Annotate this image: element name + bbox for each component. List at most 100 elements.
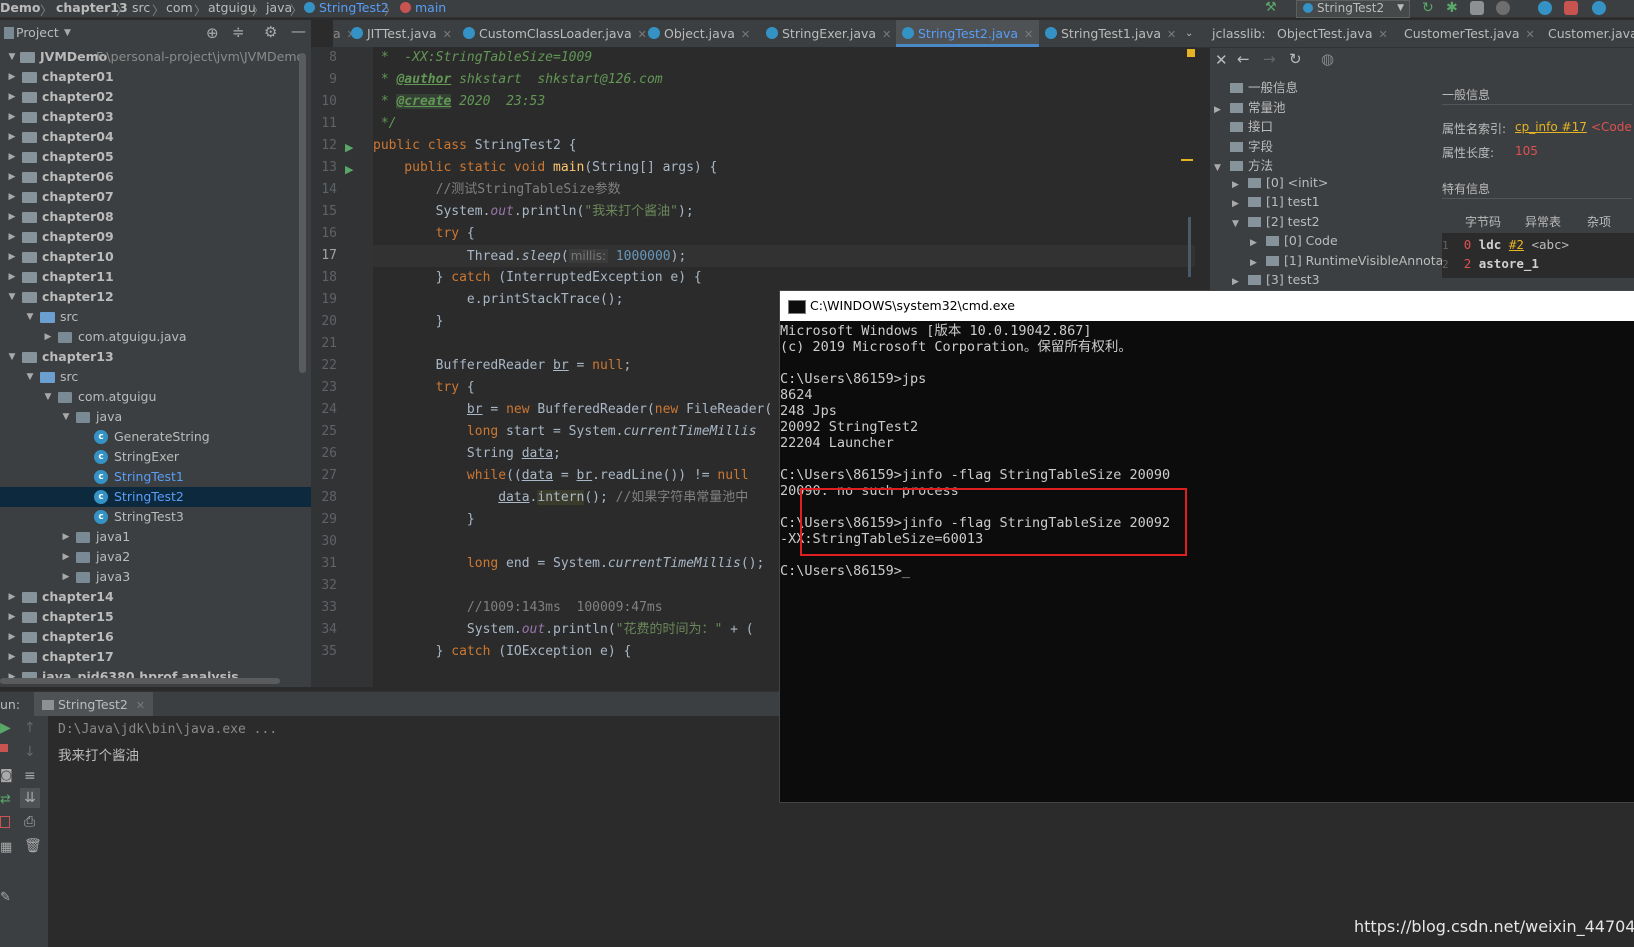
chevron-right-icon[interactable]: ▶ [6, 67, 18, 87]
breadcrumb-atguigu[interactable]: atguigu [208, 0, 256, 15]
tree-item[interactable]: ▶ chapter01 [0, 67, 311, 87]
chevron-down-icon[interactable]: ▼ [6, 347, 18, 367]
tab-stringtest1[interactable]: StringTest1.java ✕ [1045, 20, 1176, 47]
chevron-right-icon[interactable]: ▶ [6, 187, 18, 207]
chevron-right-icon[interactable]: ▶ [6, 267, 18, 287]
project-view-title[interactable]: Project [16, 25, 59, 40]
chevron-right-icon[interactable]: ▶ [1214, 105, 1228, 115]
chevron-right-icon[interactable]: ▶ [6, 607, 18, 627]
gear-icon[interactable]: ⚙ [264, 23, 277, 41]
chevron-right-icon[interactable]: ▶ [6, 647, 18, 667]
tab-jittest[interactable]: JITTest.java ✕ [351, 20, 452, 47]
tree-item[interactable]: ▶ chapter11 [0, 267, 311, 287]
chevron-right-icon[interactable]: ▶ [60, 547, 72, 567]
chevron-down-icon[interactable]: ▼ [64, 28, 71, 38]
globe-icon[interactable]: ◍ [1321, 50, 1334, 68]
breadcrumb-project[interactable]: Demo [0, 0, 40, 15]
hide-panel-icon[interactable]: — [291, 22, 306, 40]
jclasslib-tree-item[interactable]: ▶ 常量池 [1214, 97, 1286, 116]
close-icon[interactable]: ✕ [443, 28, 452, 41]
tree-item[interactable]: ▼ chapter12 [0, 287, 311, 307]
run-config-selector[interactable]: StringTest2 ▼ [1296, 0, 1410, 18]
tree-item[interactable]: c StringTest2 [0, 487, 311, 507]
tree-item[interactable]: ▶ java2 [0, 547, 311, 567]
chevron-down-icon[interactable]: ▼ [24, 307, 36, 327]
print-icon[interactable]: ⎙ [24, 814, 35, 830]
tree-item[interactable]: ▶ chapter09 [0, 227, 311, 247]
jclasslib-tab-customertest[interactable]: CustomerTest.java ✕ [1404, 26, 1535, 41]
chevron-down-icon[interactable]: ▼ [60, 407, 72, 427]
jclasslib-tab-objecttest[interactable]: ObjectTest.java ✕ [1277, 26, 1388, 41]
chevron-right-icon[interactable]: ▶ [6, 147, 18, 167]
chevron-down-icon[interactable]: ▼ [1214, 163, 1228, 173]
pin-icon[interactable]: ✎ [0, 890, 11, 905]
tree-item[interactable]: c StringTest3 [0, 507, 311, 527]
chevron-right-icon[interactable]: ▶ [1250, 238, 1264, 248]
run-main-icon[interactable]: ▶ [345, 163, 353, 176]
soft-wrap-icon[interactable]: ≡ [24, 768, 36, 784]
chevron-right-icon[interactable]: ▶ [60, 527, 72, 547]
chevron-down-icon[interactable]: ▼ [1232, 219, 1246, 229]
tree-item[interactable]: c StringTest1 [0, 467, 311, 487]
chevron-right-icon[interactable]: ▶ [6, 207, 18, 227]
tree-item[interactable]: ▼ java [0, 407, 311, 427]
breadcrumb-src[interactable]: src [132, 0, 150, 15]
restore-layout-icon[interactable]: ⇄ [0, 792, 11, 807]
chevron-right-icon[interactable]: ▶ [6, 627, 18, 647]
close-icon[interactable]: ✕ [136, 699, 145, 712]
search-everywhere-icon[interactable] [1592, 1, 1606, 15]
breadcrumb-class[interactable]: StringTest2 [304, 0, 389, 15]
up-arrow-icon[interactable]: ↑ [24, 720, 36, 736]
tree-item[interactable]: ▶ chapter04 [0, 127, 311, 147]
chevron-right-icon[interactable]: ▶ [6, 667, 18, 687]
jclasslib-tree-item[interactable]: ▶ [1] RuntimeVisibleAnnotat [1250, 253, 1448, 268]
close-icon[interactable]: ✕ [1379, 28, 1388, 41]
chevron-down-icon[interactable]: ▼ [24, 367, 36, 387]
warning-marker-icon[interactable] [1187, 49, 1195, 57]
jclasslib-tree-item[interactable]: 字段 [1214, 136, 1273, 155]
jclasslib-tree-item[interactable]: ▼ [2] test2 [1232, 214, 1320, 229]
close-icon[interactable]: ✕ [1167, 28, 1176, 41]
close-icon[interactable]: ✕ [1215, 51, 1228, 69]
tab-object[interactable]: Object.java ✕ [648, 20, 750, 47]
tree-item[interactable]: ▶ chapter14 [0, 587, 311, 607]
refresh-icon[interactable]: ↻ [1289, 50, 1302, 68]
tree-vertical-scrollbar[interactable] [299, 53, 306, 373]
tree-item[interactable]: ▶ chapter08 [0, 207, 311, 227]
tree-item[interactable]: c StringExer [0, 447, 311, 467]
editor-scrollbar[interactable] [1188, 217, 1191, 277]
tab-bytecode[interactable]: 字节码 [1465, 213, 1502, 235]
close-icon[interactable]: ✕ [741, 28, 750, 41]
jclasslib-tree-item[interactable]: 接口 [1214, 116, 1273, 135]
tree-horizontal-scrollbar[interactable] [0, 678, 280, 684]
jclasslib-tree-item[interactable]: ▶ [0] <init> [1232, 175, 1328, 190]
chevron-right-icon[interactable]: ▶ [42, 327, 54, 347]
stop-icon[interactable] [1564, 1, 1578, 15]
breadcrumb-com[interactable]: com [166, 0, 193, 15]
name-index-link[interactable]: cp_info #17 [1515, 120, 1587, 134]
tab-stringexer[interactable]: StringExer.java ✕ [766, 20, 891, 47]
trash-icon[interactable]: 🗑 [24, 838, 42, 854]
tab-customclassloader[interactable]: CustomClassLoader.java ✕ [463, 20, 647, 47]
tree-item[interactable]: ▶ java3 [0, 567, 311, 587]
profiler-icon[interactable] [1496, 1, 1510, 15]
chevron-right-icon[interactable]: ▶ [1250, 258, 1264, 268]
tree-item[interactable]: ▶ chapter10 [0, 247, 311, 267]
chevron-right-icon[interactable]: ▶ [1232, 277, 1246, 287]
tree-item[interactable]: ▼ com.atguigu [0, 387, 311, 407]
close-icon[interactable]: ✕ [882, 28, 891, 41]
tree-item[interactable]: ▶ java1 [0, 527, 311, 547]
tree-item[interactable]: ▼ src [0, 307, 311, 327]
jclasslib-tree-item[interactable]: ▶ [0] Code [1250, 233, 1338, 248]
breadcrumb-java[interactable]: java [266, 0, 292, 15]
tree-item[interactable]: ▶ chapter06 [0, 167, 311, 187]
chevron-down-icon[interactable]: ▼ [42, 387, 54, 407]
tree-item[interactable]: ▶ chapter02 [0, 87, 311, 107]
tree-item[interactable]: ▶ chapter07 [0, 187, 311, 207]
tree-item[interactable]: ▶ chapter03 [0, 107, 311, 127]
chevron-right-icon[interactable]: ▶ [6, 107, 18, 127]
chevron-down-icon[interactable]: ▼ [6, 287, 18, 307]
tab-exception-table[interactable]: 异常表 [1525, 213, 1561, 230]
close-icon[interactable]: ✕ [638, 28, 647, 41]
tree-item[interactable]: ▶ chapter15 [0, 607, 311, 627]
